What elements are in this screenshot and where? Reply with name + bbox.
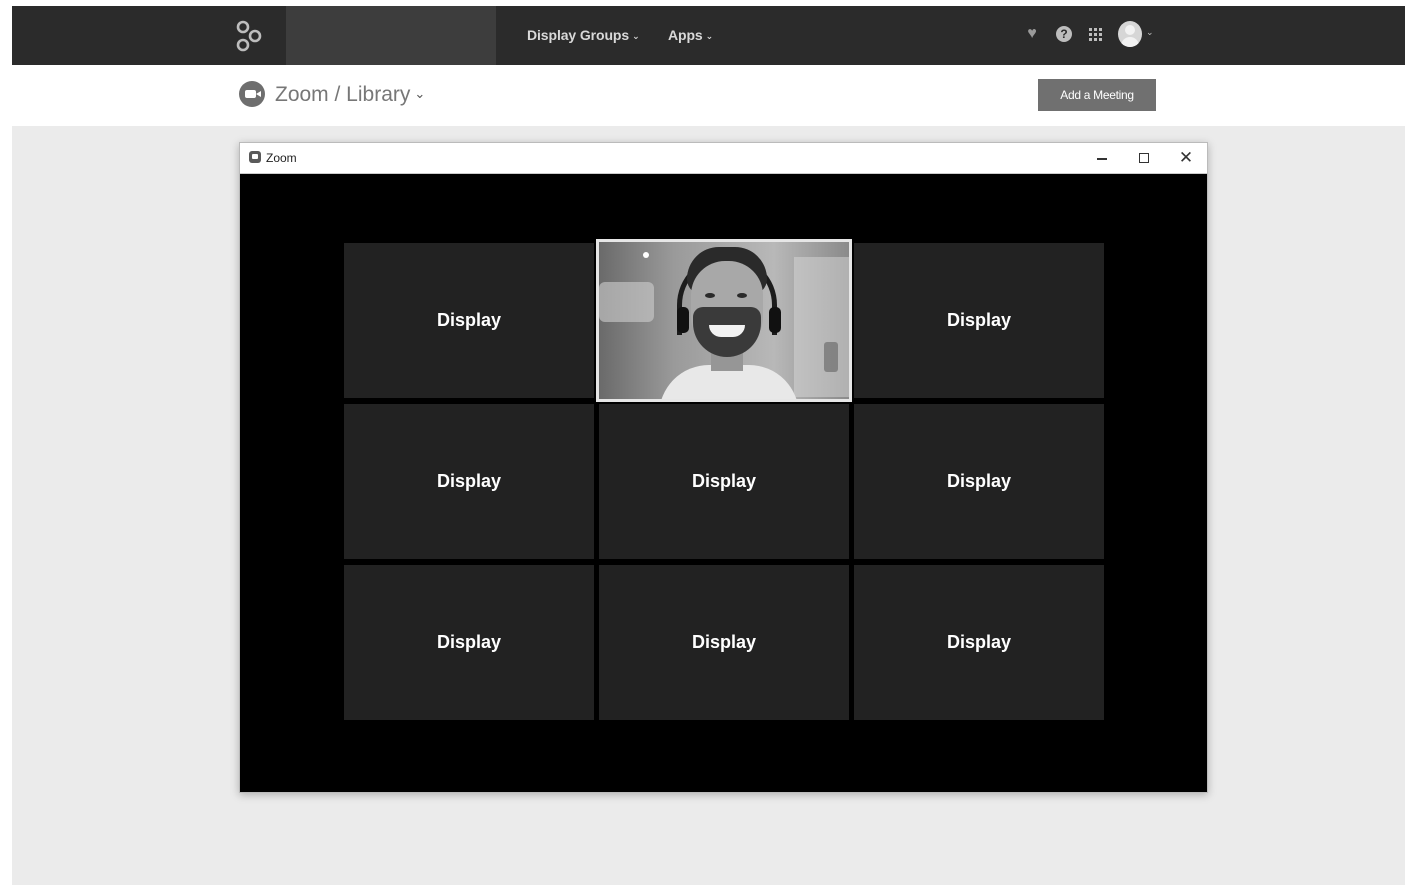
- top-nav-bar: Display Groups ⌄ Apps ⌄ ♥ ? ⌄: [12, 6, 1405, 65]
- participant-video: [599, 242, 849, 399]
- zoom-window-icon: [249, 151, 261, 163]
- avatar[interactable]: [1118, 21, 1142, 47]
- help-icon[interactable]: ?: [1054, 24, 1074, 44]
- page-header: Zoom / Library ⌄ Add a Meeting: [12, 65, 1405, 126]
- brand-logo-icon[interactable]: [234, 19, 264, 53]
- display-tile[interactable]: Display: [344, 404, 594, 559]
- display-tile[interactable]: Display: [344, 565, 594, 720]
- zoom-app-icon: [239, 81, 265, 107]
- window-title: Zoom: [266, 151, 297, 165]
- participant-video-tile[interactable]: [596, 239, 852, 402]
- close-icon[interactable]: ✕: [1175, 148, 1197, 168]
- chevron-down-icon: ⌄: [705, 31, 714, 41]
- display-tile[interactable]: Display: [599, 565, 849, 720]
- heart-icon[interactable]: ♥: [1022, 24, 1042, 44]
- display-tile[interactable]: Display: [854, 404, 1104, 559]
- nav-search-area[interactable]: [286, 6, 496, 65]
- minimize-icon[interactable]: [1091, 148, 1113, 168]
- breadcrumb[interactable]: Zoom / Library ⌄: [275, 83, 425, 107]
- nav-display-groups[interactable]: Display Groups ⌄: [527, 27, 640, 43]
- breadcrumb-label: Zoom / Library: [275, 83, 411, 106]
- nav-apps-label: Apps: [668, 27, 703, 43]
- chevron-down-icon[interactable]: ⌄: [1146, 27, 1154, 38]
- zoom-window: Zoom ✕ Display Display Display Display D…: [239, 142, 1208, 793]
- display-tile[interactable]: Display: [854, 565, 1104, 720]
- chevron-down-icon: ⌄: [632, 31, 640, 41]
- display-tile[interactable]: Display: [344, 243, 594, 398]
- display-tile[interactable]: Display: [599, 404, 849, 559]
- add-meeting-button[interactable]: Add a Meeting: [1038, 79, 1156, 111]
- app-frame: Display Groups ⌄ Apps ⌄ ♥ ? ⌄ Zoom / Libra…: [12, 6, 1405, 885]
- apps-grid-icon[interactable]: [1085, 24, 1105, 44]
- display-tile[interactable]: Display: [854, 243, 1104, 398]
- maximize-icon[interactable]: [1133, 148, 1155, 168]
- nav-display-groups-label: Display Groups: [527, 27, 630, 43]
- nav-apps[interactable]: Apps ⌄: [668, 27, 713, 43]
- window-titlebar[interactable]: Zoom ✕: [240, 143, 1207, 174]
- chevron-down-icon: ⌄: [414, 86, 426, 101]
